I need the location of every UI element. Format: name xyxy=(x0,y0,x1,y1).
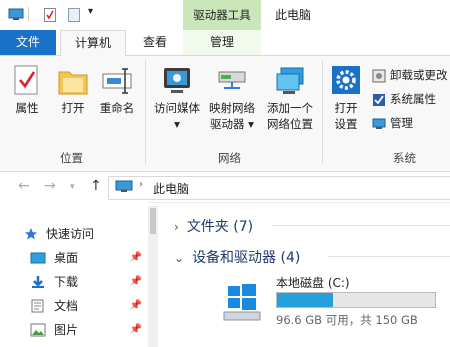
download-icon xyxy=(32,276,44,288)
add-location-label-1: 添加一个 xyxy=(267,101,313,115)
folders-section-header[interactable]: › 文件夹 (7) xyxy=(174,216,253,236)
pin-icon[interactable]: 📌 xyxy=(130,272,142,292)
desktop-icon xyxy=(30,252,46,264)
manage-icon xyxy=(372,118,386,129)
location-group-label: 位置 xyxy=(60,151,83,165)
pin-icon[interactable]: 📌 xyxy=(130,248,142,268)
properties-label: 属性 xyxy=(15,101,39,115)
devices-section-header[interactable]: ⌄ 设备和驱动器 (4) xyxy=(174,247,300,267)
nav-item-documents[interactable]: 文档 📌 xyxy=(16,296,148,316)
uninstall-label: 卸载或更改 xyxy=(390,68,448,82)
rename-label: 重命名 xyxy=(99,101,135,115)
access-media-dropdown-icon: ▾ xyxy=(174,117,180,131)
properties-quick-icon[interactable] xyxy=(44,8,58,22)
pictures-icon xyxy=(30,323,46,337)
star-icon xyxy=(25,228,37,240)
drive-usage-fill xyxy=(277,293,334,307)
nav-item-label: 桌面 xyxy=(54,251,79,265)
map-drive-label-1: 映射网络 xyxy=(209,101,255,115)
title-bar: ▾ 驱动器工具 此电脑 xyxy=(0,0,450,30)
network-group-label: 网络 xyxy=(218,151,241,165)
nav-item-label: 图片 xyxy=(54,323,79,337)
add-network-location-icon xyxy=(276,67,304,94)
nav-item-desktop[interactable]: 桌面 📌 xyxy=(16,248,148,268)
drive-usage-text: 96.6 GB 可用，共 150 GB xyxy=(276,313,418,327)
navigation-pane: 快速访问 桌面 📌 下载 📌 文档 📌 图片 📌 xyxy=(0,202,148,347)
tab-computer[interactable]: 计算机 xyxy=(60,30,126,57)
pin-icon[interactable]: 📌 xyxy=(130,320,142,340)
system-properties-icon xyxy=(373,93,385,106)
open-settings-label-2: 设置 xyxy=(334,117,358,131)
address-input[interactable]: › 此电脑 xyxy=(108,176,450,200)
open-settings-button[interactable]: 打开 设置 xyxy=(326,64,366,132)
section-divider xyxy=(272,225,450,226)
up-arrow-icon[interactable]: ↑ xyxy=(90,178,102,194)
pin-icon[interactable]: 📌 xyxy=(130,296,142,316)
network-drive-icon xyxy=(218,71,246,89)
recent-locations-chevron-icon[interactable]: ▾ xyxy=(70,182,75,192)
system-properties-label: 系统属性 xyxy=(390,92,436,106)
ribbon-tab-row: 文件 计算机 查看 管理 xyxy=(0,30,450,57)
nav-item-label: 文档 xyxy=(54,299,79,313)
system-group-label: 系统 xyxy=(393,151,416,165)
drive-tools-context-label: 驱动器工具 xyxy=(183,0,261,30)
open-label: 打开 xyxy=(61,101,85,115)
forward-arrow-icon[interactable]: → xyxy=(44,178,56,194)
open-folder-icon xyxy=(58,71,88,95)
computer-icon[interactable] xyxy=(8,8,24,20)
this-pc-icon xyxy=(115,180,133,192)
manage-button[interactable]: 管理 xyxy=(372,114,413,132)
uninstall-icon xyxy=(372,69,386,82)
window-title: 此电脑 xyxy=(275,8,312,22)
address-bar: ← → ▾ ↑ › 此电脑 xyxy=(0,172,450,203)
map-network-drive-button[interactable]: 映射网络 驱动器 ▾ xyxy=(204,64,260,132)
add-location-label-2: 网络位置 xyxy=(267,117,313,131)
gear-icon xyxy=(332,66,360,94)
content-pane: › 文件夹 (7) ⌄ 设备和驱动器 (4) 本地磁盘 (C:) 96.6 GB 可… xyxy=(160,202,450,347)
section-divider xyxy=(328,256,450,257)
group-separator xyxy=(322,60,323,164)
customize-quick-access-icon[interactable]: ▾ xyxy=(88,6,93,17)
nav-quick-access[interactable]: 快速访问 xyxy=(24,224,156,244)
drive-usage-bar xyxy=(276,292,436,308)
folders-header-label: 文件夹 (7) xyxy=(186,219,254,235)
nav-item-label: 下载 xyxy=(54,275,79,289)
system-properties-button[interactable]: 系统属性 xyxy=(372,90,436,108)
nav-quick-access-label: 快速访问 xyxy=(46,227,95,241)
ribbon: 属性 打开 重命名 位置 访问媒体 ▾ 映射网络 驱动器 ▾ 添加一个 网络位置… xyxy=(0,56,450,172)
properties-icon xyxy=(14,65,38,95)
breadcrumb-this-pc[interactable]: 此电脑 xyxy=(153,180,189,197)
rename-icon xyxy=(102,68,132,94)
nav-item-pictures[interactable]: 图片 📌 xyxy=(16,320,148,340)
tab-file[interactable]: 文件 xyxy=(0,30,56,55)
chevron-right-icon[interactable]: › xyxy=(174,220,179,234)
documents-icon xyxy=(31,299,44,313)
drive-name: 本地磁盘 (C:) xyxy=(276,276,350,290)
new-folder-quick-icon[interactable] xyxy=(68,8,82,22)
uninstall-or-change-button[interactable]: 卸载或更改 xyxy=(372,66,448,84)
properties-button[interactable]: 属性 xyxy=(8,64,46,116)
media-icon xyxy=(164,68,190,93)
nav-pane-scrollbar-thumb[interactable] xyxy=(150,208,156,234)
access-media-button[interactable]: 访问媒体 ▾ xyxy=(150,64,204,132)
windows-drive-icon xyxy=(223,284,261,321)
chevron-down-icon[interactable]: ⌄ xyxy=(174,251,184,265)
map-drive-label-2: 驱动器 ▾ xyxy=(210,117,254,131)
back-arrow-icon[interactable]: ← xyxy=(18,178,30,194)
access-media-label: 访问媒体 xyxy=(154,101,200,115)
drive-item-c[interactable]: 本地磁盘 (C:) 96.6 GB 可用，共 150 GB xyxy=(216,272,450,332)
manage-label: 管理 xyxy=(390,116,413,130)
open-button[interactable]: 打开 xyxy=(54,64,92,116)
tab-view[interactable]: 查看 xyxy=(128,30,182,55)
group-separator xyxy=(145,60,146,164)
divider xyxy=(28,7,29,21)
tab-manage[interactable]: 管理 xyxy=(183,30,261,55)
add-network-location-button[interactable]: 添加一个 网络位置 xyxy=(262,64,318,132)
rename-button[interactable]: 重命名 xyxy=(96,64,138,116)
open-settings-label-1: 打开 xyxy=(334,101,358,115)
devices-header-label: 设备和驱动器 (4) xyxy=(192,250,301,266)
nav-item-downloads[interactable]: 下载 📌 xyxy=(16,272,148,292)
breadcrumb-chevron-icon[interactable]: › xyxy=(139,179,143,190)
